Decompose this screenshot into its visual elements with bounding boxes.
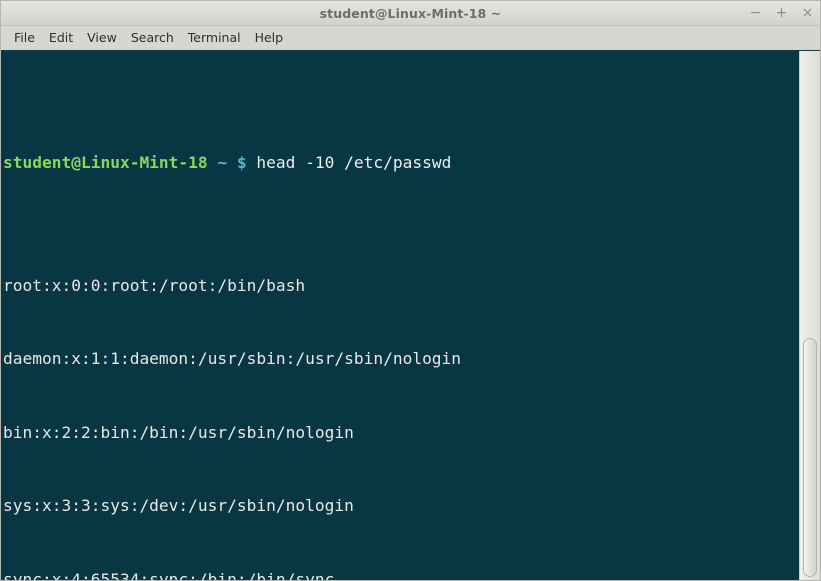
menu-item-view[interactable]: View [80,28,124,48]
scrollbar-thumb[interactable] [803,338,817,577]
command-head-passwd: head -10 /etc/passwd [256,153,452,172]
maximize-button[interactable]: + [775,5,788,21]
menu-item-edit[interactable]: Edit [42,28,80,48]
menu-item-help[interactable]: Help [248,28,291,48]
menu-bar: File Edit View Search Terminal Help [1,26,820,50]
menu-item-file[interactable]: File [7,28,42,48]
title-bar[interactable]: student@Linux-Mint-18 ~ − + × [1,1,820,26]
terminal-window: student@Linux-Mint-18 ~ − + × File Edit … [0,0,821,581]
window-controls: − + × [749,1,814,25]
prompt-cwd: ~ [217,153,228,172]
prompt-user-host: student@Linux-Mint-18 [3,153,208,172]
close-button[interactable]: × [801,5,814,21]
window-title: student@Linux-Mint-18 ~ [319,5,502,21]
minimize-button[interactable]: − [749,5,762,21]
prompt-space-2 [227,153,237,172]
prompt-symbol: $ [236,153,247,172]
menu-item-search[interactable]: Search [124,28,181,48]
terminal-scrollbar[interactable] [799,51,820,580]
passwd-line: sync:x:4:65534:sync:/bin:/bin/sync [3,569,335,581]
menu-item-terminal[interactable]: Terminal [181,28,248,48]
passwd-line: bin:x:2:2:bin:/bin:/usr/sbin/nologin [3,422,354,442]
passwd-line: root:x:0:0:root:/root:/bin/bash [3,275,306,295]
terminal-body: student@Linux-Mint-18 ~ $ head -10 /etc/… [1,50,820,580]
terminal-screen[interactable]: student@Linux-Mint-18 ~ $ head -10 /etc/… [1,51,799,580]
terminal-prompt-line-1: student@Linux-Mint-18 ~ $ head -10 /etc/… [3,151,799,176]
passwd-line: sys:x:3:3:sys:/dev:/usr/sbin/nologin [3,496,354,515]
passwd-line: daemon:x:1:1:daemon:/usr/sbin:/usr/sbin/… [3,349,462,368]
prompt-space-3 [247,153,257,172]
